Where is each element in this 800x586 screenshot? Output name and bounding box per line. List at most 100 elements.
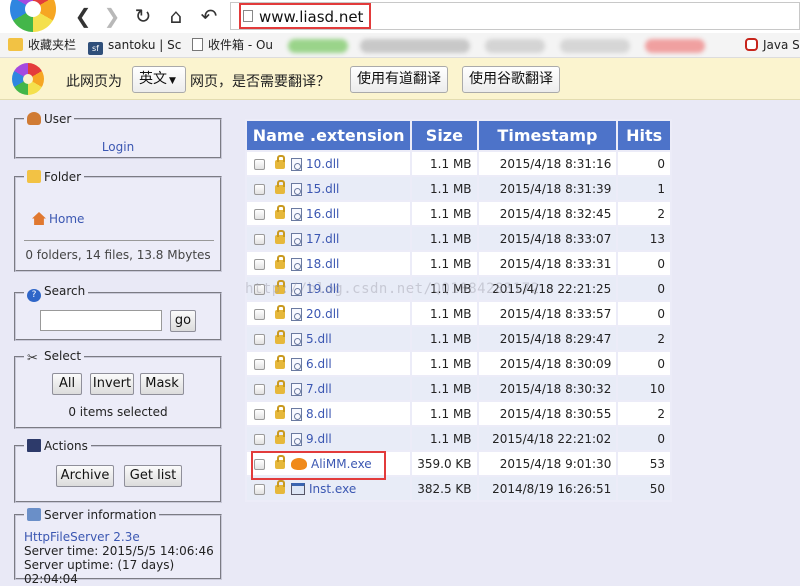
folder-icon bbox=[8, 38, 23, 51]
row-checkbox[interactable] bbox=[254, 158, 265, 170]
dll-file-icon bbox=[291, 407, 302, 421]
table-row: 5.dll 1.1 MB 2015/4/18 8:29:47 2 bbox=[247, 327, 670, 350]
row-checkbox[interactable] bbox=[254, 258, 265, 270]
file-link[interactable]: 10.dll bbox=[306, 157, 339, 171]
bookmarks-bar: 收藏夹栏 sf santoku | Sc 收件箱 - Ou Java S bbox=[0, 33, 800, 58]
google-translate-button[interactable]: 使用谷歌翻译 bbox=[462, 66, 560, 93]
home-link-row[interactable]: Home bbox=[32, 212, 84, 226]
server-icon bbox=[27, 508, 41, 521]
dll-file-icon bbox=[291, 357, 302, 371]
cell-size: 1.1 MB bbox=[412, 177, 477, 200]
row-checkbox[interactable] bbox=[254, 358, 265, 370]
language-select[interactable]: 英文 ▼ bbox=[132, 66, 186, 93]
row-checkbox[interactable] bbox=[254, 308, 265, 320]
browser-toolbar: ❮ ❯ ↻ ⌂ ↶ www.liasd.net bbox=[0, 0, 800, 33]
cell-hits: 13 bbox=[618, 227, 670, 250]
header-hits[interactable]: Hits bbox=[618, 121, 670, 150]
header-timestamp[interactable]: Timestamp bbox=[478, 121, 617, 150]
dll-file-icon bbox=[291, 307, 302, 321]
server-legend: Server information bbox=[24, 508, 159, 522]
bookmark-santoku[interactable]: sf santoku | Sc bbox=[88, 37, 181, 55]
translate-logo-icon bbox=[12, 63, 44, 95]
select-all-button[interactable]: All bbox=[52, 373, 82, 395]
cell-timestamp: 2015/4/18 8:33:57 bbox=[478, 302, 617, 325]
bookmark-favorites[interactable]: 收藏夹栏 bbox=[8, 37, 76, 54]
row-checkbox[interactable] bbox=[254, 383, 265, 395]
cell-hits: 0 bbox=[618, 252, 670, 275]
row-checkbox[interactable] bbox=[254, 183, 265, 195]
lock-icon bbox=[275, 254, 285, 269]
row-checkbox[interactable] bbox=[254, 333, 265, 345]
archive-button[interactable]: Archive bbox=[56, 465, 114, 487]
header-name[interactable]: Name .extension bbox=[247, 121, 411, 150]
cell-name: 18.dll bbox=[247, 252, 411, 275]
actions-panel: Actions Archive Get list bbox=[14, 439, 222, 503]
go-button[interactable]: go bbox=[170, 310, 196, 332]
cell-size: 1.1 MB bbox=[412, 202, 477, 225]
bookmark-inbox[interactable]: 收件箱 - Ou bbox=[192, 37, 273, 54]
file-link[interactable]: 20.dll bbox=[306, 307, 339, 321]
file-link[interactable]: 5.dll bbox=[306, 332, 332, 346]
file-link[interactable]: 18.dll bbox=[306, 257, 339, 271]
header-size[interactable]: Size bbox=[412, 121, 477, 150]
cell-timestamp: 2014/8/19 16:26:51 bbox=[478, 477, 617, 500]
bookmark-label: 收藏夹栏 bbox=[28, 38, 77, 52]
file-link[interactable]: 16.dll bbox=[306, 207, 339, 221]
get-list-button[interactable]: Get list bbox=[124, 465, 182, 487]
file-link[interactable]: 7.dll bbox=[306, 382, 332, 396]
search-panel: ? Search go bbox=[14, 284, 222, 341]
url-text[interactable]: www.liasd.net bbox=[259, 8, 363, 26]
file-link[interactable]: Inst.exe bbox=[309, 482, 356, 496]
file-link[interactable]: 6.dll bbox=[306, 357, 332, 371]
row-checkbox[interactable] bbox=[254, 483, 265, 495]
bookmark-label: Java S bbox=[763, 38, 800, 52]
cell-name: 17.dll bbox=[247, 227, 411, 250]
youdao-translate-button[interactable]: 使用有道翻译 bbox=[350, 66, 448, 93]
home-link[interactable]: Home bbox=[49, 212, 84, 226]
table-row: 16.dll 1.1 MB 2015/4/18 8:32:45 2 bbox=[247, 202, 670, 225]
cell-name: 15.dll bbox=[247, 177, 411, 200]
divider bbox=[24, 240, 214, 241]
home-button[interactable]: ⌂ bbox=[163, 4, 189, 28]
lock-icon bbox=[275, 304, 285, 319]
server-software-link[interactable]: HttpFileServer 2.3e bbox=[24, 530, 220, 544]
file-link[interactable]: 15.dll bbox=[306, 182, 339, 196]
cell-name: 9.dll bbox=[247, 427, 411, 450]
row-checkbox[interactable] bbox=[254, 433, 265, 445]
cell-size: 382.5 KB bbox=[412, 477, 477, 500]
bookmark-java[interactable]: Java S bbox=[745, 37, 800, 54]
login-link[interactable]: Login bbox=[102, 140, 134, 154]
browser-logo-icon[interactable] bbox=[10, 0, 56, 32]
cell-timestamp: 2015/4/18 8:30:32 bbox=[478, 377, 617, 400]
row-checkbox[interactable] bbox=[254, 233, 265, 245]
oracle-icon bbox=[745, 38, 758, 51]
lock-icon bbox=[275, 179, 285, 194]
file-link[interactable]: 9.dll bbox=[306, 432, 332, 446]
table-row: 18.dll 1.1 MB 2015/4/18 8:33:31 0 bbox=[247, 252, 670, 275]
file-link[interactable]: 17.dll bbox=[306, 232, 339, 246]
page-icon bbox=[243, 10, 253, 22]
file-link[interactable]: 19.dll bbox=[306, 282, 339, 296]
mask-button[interactable]: Mask bbox=[140, 373, 184, 395]
cell-name: 5.dll bbox=[247, 327, 411, 350]
address-bar[interactable]: www.liasd.net bbox=[230, 2, 800, 30]
search-input[interactable] bbox=[40, 310, 162, 331]
dll-file-icon bbox=[291, 382, 302, 396]
invert-button[interactable]: Invert bbox=[90, 373, 134, 395]
table-row: 10.dll 1.1 MB 2015/4/18 8:31:16 0 bbox=[247, 152, 670, 175]
undo-button[interactable]: ↶ bbox=[196, 4, 222, 28]
row-checkbox[interactable] bbox=[254, 283, 265, 295]
row-checkbox[interactable] bbox=[254, 408, 265, 420]
row-checkbox[interactable] bbox=[254, 208, 265, 220]
cell-timestamp: 2015/4/18 22:21:02 bbox=[478, 427, 617, 450]
translate-prompt-after: 网页，是否需要翻译？ bbox=[190, 74, 330, 90]
cell-size: 1.1 MB bbox=[412, 227, 477, 250]
reload-button[interactable]: ↻ bbox=[130, 4, 156, 28]
back-button[interactable]: ❮ bbox=[70, 4, 96, 28]
cell-hits: 2 bbox=[618, 327, 670, 350]
bookmark-label: 收件箱 - Ou bbox=[208, 38, 274, 52]
lock-icon bbox=[275, 379, 285, 394]
file-link[interactable]: 8.dll bbox=[306, 407, 332, 421]
forward-button[interactable]: ❯ bbox=[99, 4, 125, 28]
folder-summary: 0 folders, 14 files, 13.8 Mbytes bbox=[25, 248, 211, 262]
